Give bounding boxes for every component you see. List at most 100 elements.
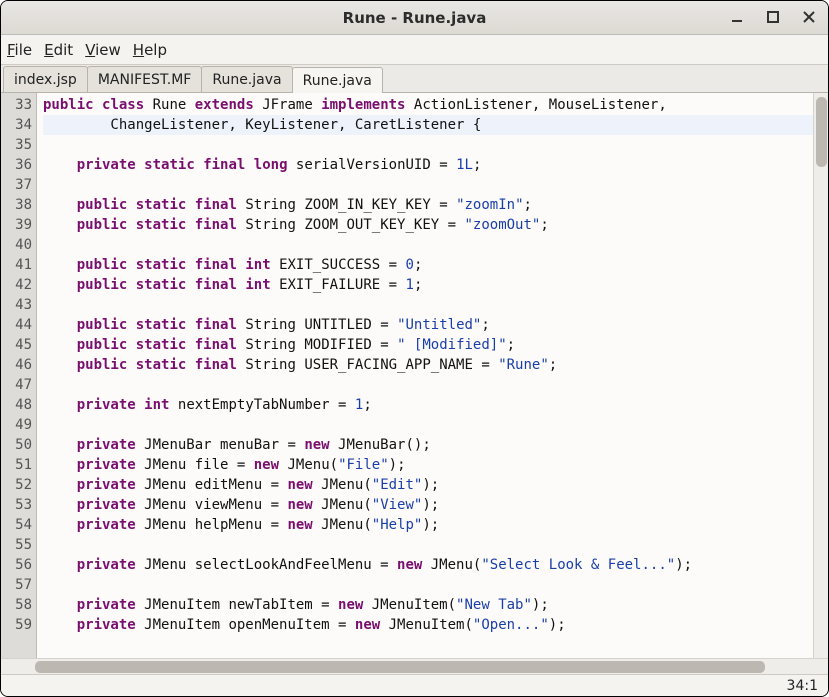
menu-label-rest: ile — [15, 41, 33, 59]
tok-p — [94, 97, 102, 113]
line-number: 55 — [1, 535, 32, 555]
code-line[interactable]: private JMenu editMenu = new JMenu("Edit… — [43, 475, 813, 495]
code-line[interactable]: public static final String ZOOM_IN_KEY_K… — [43, 195, 813, 215]
tok-p: JMenu helpMenu = — [136, 517, 288, 533]
tok-p — [186, 277, 194, 293]
code-line[interactable]: public class Rune extends JFrame impleme… — [43, 95, 813, 115]
code-line[interactable]: private JMenu viewMenu = new JMenu("View… — [43, 495, 813, 515]
code-line[interactable]: ChangeListener, KeyListener, CaretListen… — [43, 115, 813, 135]
titlebar[interactable]: Rune - Rune.java — [1, 1, 828, 35]
tok-kw: public — [43, 97, 94, 113]
tok-p: ); — [422, 517, 439, 533]
code-line[interactable] — [43, 135, 813, 155]
line-number: 33 — [1, 95, 32, 115]
line-number: 34 — [1, 115, 32, 135]
tok-p — [43, 597, 77, 613]
maximize-button[interactable] — [762, 6, 784, 28]
horizontal-scrollbar[interactable] — [1, 658, 828, 674]
tok-kw: final — [195, 217, 237, 233]
code-line[interactable]: public static final int EXIT_FAILURE = 1… — [43, 275, 813, 295]
code-line[interactable]: private JMenu selectLookAndFeelMenu = ne… — [43, 555, 813, 575]
close-button[interactable] — [798, 6, 820, 28]
tok-str: "Edit" — [372, 477, 423, 493]
close-icon — [803, 11, 815, 23]
tok-p: JMenuItem newTabItem = — [136, 597, 338, 613]
tok-p: EXIT_SUCCESS = — [271, 257, 406, 273]
tok-p: ); — [549, 617, 566, 633]
menubar: File Edit View Help — [1, 35, 828, 65]
tok-num: 1 — [406, 277, 414, 293]
code-line[interactable] — [43, 575, 813, 595]
menu-edit[interactable]: Edit — [44, 41, 73, 59]
line-number: 38 — [1, 195, 32, 215]
code-line[interactable] — [43, 235, 813, 255]
tab-index-jsp-0[interactable]: index.jsp — [3, 66, 88, 92]
code-line[interactable] — [43, 535, 813, 555]
tok-p — [43, 617, 77, 633]
code-line[interactable] — [43, 295, 813, 315]
code-line[interactable]: private int nextEmptyTabNumber = 1; — [43, 395, 813, 415]
menu-help[interactable]: Help — [133, 41, 167, 59]
window-controls — [726, 6, 820, 28]
tok-p — [127, 277, 135, 293]
menu-mnemonic: E — [44, 41, 53, 59]
tok-p — [43, 457, 77, 473]
tok-p: ); — [389, 457, 406, 473]
tok-kw: static — [144, 157, 195, 173]
tok-p: ); — [532, 597, 549, 613]
tok-kw: public — [77, 257, 128, 273]
line-number: 50 — [1, 435, 32, 455]
tok-p: ChangeListener, KeyListener, CaretListen… — [43, 117, 481, 133]
code-line[interactable]: private JMenuBar menuBar = new JMenuBar(… — [43, 435, 813, 455]
code-line[interactable]: public static final int EXIT_SUCCESS = 0… — [43, 255, 813, 275]
tok-kw: final — [195, 257, 237, 273]
tok-p: String USER_FACING_APP_NAME = — [237, 357, 498, 373]
code-line[interactable]: private static final long serialVersionU… — [43, 155, 813, 175]
code-line[interactable]: private JMenu helpMenu = new JMenu("Help… — [43, 515, 813, 535]
code-line[interactable]: public static final String ZOOM_OUT_KEY_… — [43, 215, 813, 235]
tok-kw: final — [195, 197, 237, 213]
tok-kw: new — [287, 477, 312, 493]
tok-kw: final — [195, 317, 237, 333]
line-number: 49 — [1, 415, 32, 435]
code-line[interactable]: private JMenu file = new JMenu("File"); — [43, 455, 813, 475]
code-line[interactable]: private JMenuItem newTabItem = new JMenu… — [43, 595, 813, 615]
code-line[interactable] — [43, 415, 813, 435]
line-number-gutter: 3334353637383940414243444546474849505152… — [1, 93, 37, 658]
tok-p: JMenu file = — [136, 457, 254, 473]
tok-p: ); — [422, 497, 439, 513]
vertical-scrollbar[interactable] — [813, 93, 828, 658]
tab-rune-java-2[interactable]: Rune.java — [201, 66, 292, 92]
tok-num: 0 — [406, 257, 414, 273]
code-line[interactable]: private JMenuItem openMenuItem = new JMe… — [43, 615, 813, 635]
vertical-scroll-thumb[interactable] — [816, 97, 827, 167]
tok-str: " [Modified]" — [397, 337, 507, 353]
tok-p — [43, 437, 77, 453]
tok-kw: private — [77, 557, 136, 573]
tok-kw: private — [77, 597, 136, 613]
code-line[interactable]: public static final String USER_FACING_A… — [43, 355, 813, 375]
tok-p: ; — [481, 317, 489, 333]
code-line[interactable]: public static final String MODIFIED = " … — [43, 335, 813, 355]
tok-kw: public — [77, 317, 128, 333]
menu-view[interactable]: View — [85, 41, 121, 59]
tok-kw: private — [77, 157, 136, 173]
cursor-position: 34:1 — [787, 678, 818, 694]
tok-p: JMenuBar menuBar = — [136, 437, 305, 453]
tab-rune-java-3[interactable]: Rune.java — [292, 67, 383, 93]
tab-manifest-mf-1[interactable]: MANIFEST.MF — [87, 66, 203, 92]
horizontal-scroll-thumb[interactable] — [35, 661, 765, 673]
code-line[interactable] — [43, 175, 813, 195]
tok-str: "Rune" — [498, 357, 549, 373]
line-number: 54 — [1, 515, 32, 535]
menu-file[interactable]: File — [7, 41, 32, 59]
code-line[interactable]: public static final String UNTITLED = "U… — [43, 315, 813, 335]
tok-kw: new — [355, 617, 380, 633]
code-area[interactable]: public class Rune extends JFrame impleme… — [37, 93, 813, 658]
minimize-button[interactable] — [726, 6, 748, 28]
tok-p — [195, 157, 203, 173]
tok-p — [127, 317, 135, 333]
tok-p: String ZOOM_OUT_KEY_KEY = — [237, 217, 465, 233]
code-line[interactable] — [43, 375, 813, 395]
tok-p: JMenuItem openMenuItem = — [136, 617, 355, 633]
